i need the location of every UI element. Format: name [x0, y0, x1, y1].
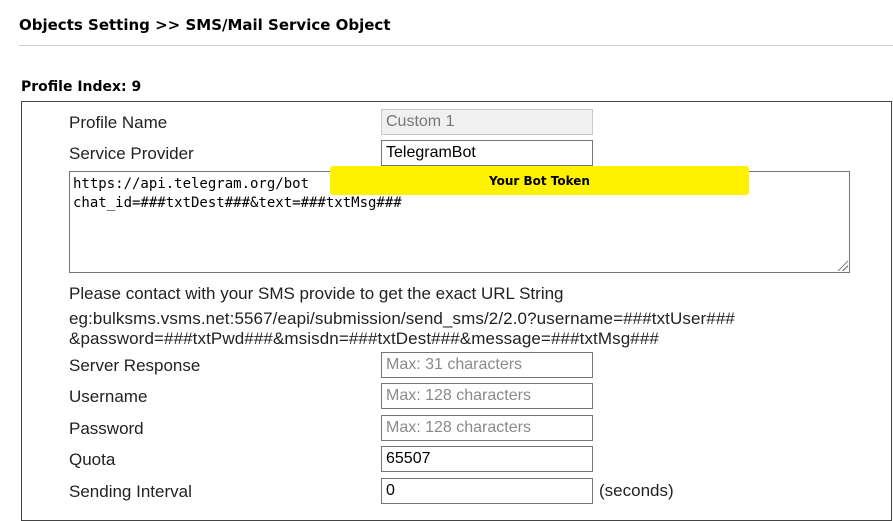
username-label: Username [69, 387, 148, 406]
profile-index-label: Profile Index: 9 [21, 79, 142, 95]
url-example-text: eg:bulksms.vsms.net:5567/eapi/submission… [69, 309, 859, 349]
service-provider-input[interactable] [381, 140, 593, 166]
quota-input[interactable] [381, 446, 593, 472]
url-example-line-2: &password=###txtPwd###&msisdn=###txtDest… [69, 329, 659, 348]
profile-name-input[interactable] [381, 109, 593, 135]
url-example-line-1: eg:bulksms.vsms.net:5567/eapi/submission… [69, 309, 735, 328]
textarea-resize-handle[interactable] [836, 259, 848, 271]
username-input[interactable] [381, 383, 593, 409]
password-input[interactable] [381, 415, 593, 441]
bot-token-highlight: Your Bot Token [330, 166, 749, 195]
server-response-input[interactable] [381, 352, 593, 378]
sending-interval-unit: (seconds) [599, 481, 674, 500]
sending-interval-input[interactable] [381, 478, 593, 504]
url-help-text: Please contact with your SMS provide to … [69, 284, 564, 303]
quota-label: Quota [69, 450, 116, 469]
title-divider [19, 45, 893, 46]
service-provider-label: Service Provider [69, 144, 194, 163]
sending-interval-label: Sending Interval [69, 482, 192, 501]
password-label: Password [69, 419, 144, 438]
page-title: Objects Setting >> SMS/Mail Service Obje… [19, 16, 391, 34]
server-response-label: Server Response [69, 356, 201, 375]
profile-name-label: Profile Name [69, 113, 168, 132]
